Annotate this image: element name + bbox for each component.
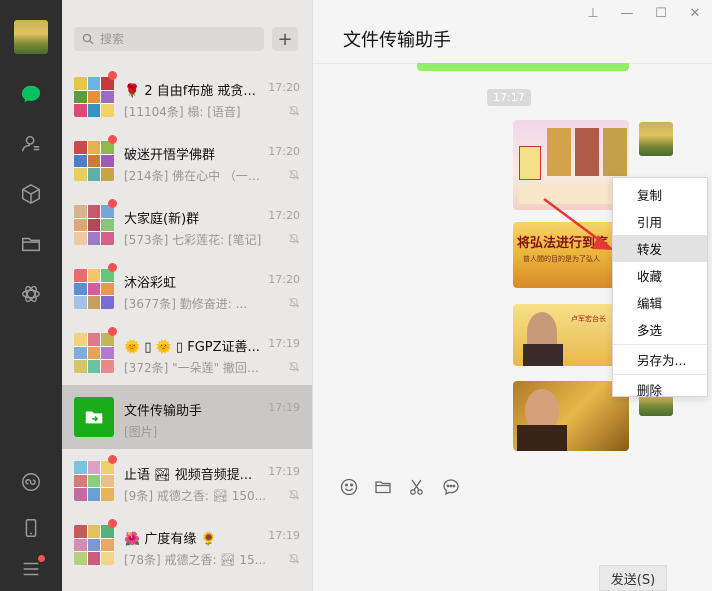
chat-preview: [573条] 七彩莲花: [笔记] xyxy=(124,233,262,247)
chat-item[interactable]: 破迷开悟学佛群 17:20 [214条] 佛在心中 （一门... xyxy=(62,129,312,193)
menu-item-delete[interactable]: 删除 xyxy=(613,376,707,403)
chat-preview: [9条] 戒德之香: 🏞 150... xyxy=(124,489,267,503)
chat-preview: [78条] 戒德之香: 🏞 15... xyxy=(124,553,267,567)
contacts-icon[interactable] xyxy=(19,132,43,156)
menu-notification-dot xyxy=(38,555,45,562)
previous-message-bubble[interactable] xyxy=(417,63,629,71)
chat-time: 17:19 xyxy=(268,337,300,350)
group-avatar xyxy=(74,77,114,117)
chat-list-panel: + 🌹 2 自由f布施 戒贪... 17:20 [11104条] 榻: [语音]… xyxy=(62,0,312,591)
mute-icon xyxy=(289,553,299,564)
chat-name: 🌺 广度有缘 🌻 xyxy=(124,532,217,547)
menu-item-forward[interactable]: 转发 xyxy=(613,235,707,262)
chat-preview: [图片] xyxy=(124,425,158,439)
chat-time: 17:20 xyxy=(268,81,300,94)
maximize-icon[interactable]: ☐ xyxy=(652,6,670,21)
file-transfer-icon xyxy=(74,397,114,437)
group-avatar xyxy=(74,525,114,565)
files-icon[interactable] xyxy=(19,232,43,256)
menu-item-save-as[interactable]: 另存为... xyxy=(613,346,707,373)
add-chat-button[interactable]: + xyxy=(272,27,298,51)
mute-icon xyxy=(289,233,299,244)
context-menu: 复制 引用 转发 收藏 编辑 多选 另存为... 删除 xyxy=(612,177,708,398)
menu-item-quote[interactable]: 引用 xyxy=(613,208,707,235)
window-controls: ⊥ — ☐ ✕ xyxy=(584,6,704,21)
chat-name: 文件传输助手 xyxy=(124,404,203,419)
menu-item-multiselect[interactable]: 多选 xyxy=(613,316,707,343)
chat-time: 17:19 xyxy=(268,465,300,478)
chat-name: 破迷开悟学佛群 xyxy=(124,148,216,163)
unread-badge xyxy=(108,135,117,144)
menu-divider xyxy=(613,344,707,345)
search-icon xyxy=(82,33,94,45)
unread-badge xyxy=(108,519,117,528)
user-avatar[interactable] xyxy=(14,20,48,54)
chat-time: 17:20 xyxy=(268,273,300,286)
chat-preview: [11104条] 榻: [语音] xyxy=(124,105,241,119)
menu-divider xyxy=(613,374,707,375)
group-avatar xyxy=(74,461,114,501)
unread-badge xyxy=(108,327,117,336)
group-avatar xyxy=(74,269,114,309)
unread-badge xyxy=(108,455,117,464)
chat-item[interactable]: 🌞 ▯ 🌞 ▯ FGPZ证善... 17:19 [372条] "一朵莲" 撤回了… xyxy=(62,321,312,385)
my-avatar[interactable] xyxy=(639,122,673,156)
group-avatar xyxy=(74,205,114,245)
moments-icon[interactable] xyxy=(19,282,43,306)
chat-name: 🌹 2 自由f布施 戒贪... xyxy=(124,84,256,99)
pin-icon[interactable]: ⊥ xyxy=(584,6,602,21)
phone-icon[interactable] xyxy=(19,516,43,540)
mute-icon xyxy=(289,105,299,116)
chat-item[interactable]: 🌹 2 自由f布施 戒贪... 17:20 [11104条] 榻: [语音] xyxy=(62,65,312,129)
mute-icon xyxy=(289,297,299,308)
chat-preview: [3677条] 勤修奋进: ... xyxy=(124,297,248,311)
chat-item[interactable]: 🌺 广度有缘 🌻 17:19 [78条] 戒德之香: 🏞 15... xyxy=(62,513,312,577)
message-timestamp: 17:17 xyxy=(487,89,531,106)
unread-badge xyxy=(108,71,117,80)
minimize-icon[interactable]: — xyxy=(618,6,636,21)
chat-item[interactable]: 止语 🏞 视频音频提... 17:19 [9条] 戒德之香: 🏞 150... xyxy=(62,449,312,513)
chat-time: 17:19 xyxy=(268,529,300,542)
chat-time: 17:20 xyxy=(268,209,300,222)
chat-item-selected[interactable]: 文件传输助手 17:19 [图片] xyxy=(62,385,312,449)
mute-icon xyxy=(289,361,299,372)
chat-history-icon[interactable] xyxy=(441,477,461,497)
chat-icon[interactable] xyxy=(19,82,43,106)
chat-name: 止语 🏞 视频音频提... xyxy=(124,468,253,483)
close-icon[interactable]: ✕ xyxy=(686,6,704,21)
chat-time: 17:19 xyxy=(268,401,300,414)
chat-name: 沐浴彩虹 xyxy=(124,276,177,291)
chat-time: 17:20 xyxy=(268,145,300,158)
nav-rail xyxy=(0,0,62,591)
send-button[interactable]: 发送(S) xyxy=(599,565,667,591)
unread-badge xyxy=(108,263,117,272)
mute-icon xyxy=(289,489,299,500)
image-subcaption: 普人間的目的是为了弘人 xyxy=(523,255,600,263)
group-avatar xyxy=(74,141,114,181)
image-caption: 将弘法进行到底 xyxy=(517,236,609,251)
emoji-icon[interactable] xyxy=(339,477,359,497)
search-input[interactable] xyxy=(100,32,250,46)
chat-name: 大家庭(新)群 xyxy=(124,212,200,227)
mute-icon xyxy=(289,169,299,180)
chat-title: 文件传输助手 xyxy=(343,30,451,51)
chat-preview: [372条] "一朵莲" 撤回了... xyxy=(124,361,269,375)
folder-icon[interactable] xyxy=(373,477,393,497)
unread-badge xyxy=(108,199,117,208)
menu-item-copy[interactable]: 复制 xyxy=(613,181,707,208)
favorites-icon[interactable] xyxy=(19,182,43,206)
menu-item-edit[interactable]: 编辑 xyxy=(613,289,707,316)
input-toolbar xyxy=(339,477,461,497)
chat-item[interactable]: 大家庭(新)群 17:20 [573条] 七彩莲花: [笔记] xyxy=(62,193,312,257)
scissors-icon[interactable] xyxy=(407,477,427,497)
miniprogram-icon[interactable] xyxy=(19,470,43,494)
image-caption: 卢军宏台长 xyxy=(571,315,606,323)
group-avatar xyxy=(74,333,114,373)
search-box[interactable] xyxy=(74,27,264,51)
menu-item-favorite[interactable]: 收藏 xyxy=(613,262,707,289)
chat-name: 🌞 ▯ 🌞 ▯ FGPZ证善... xyxy=(124,340,260,355)
chat-item[interactable]: 沐浴彩虹 17:20 [3677条] 勤修奋进: ... xyxy=(62,257,312,321)
chat-preview: [214条] 佛在心中 （一门... xyxy=(124,169,269,183)
